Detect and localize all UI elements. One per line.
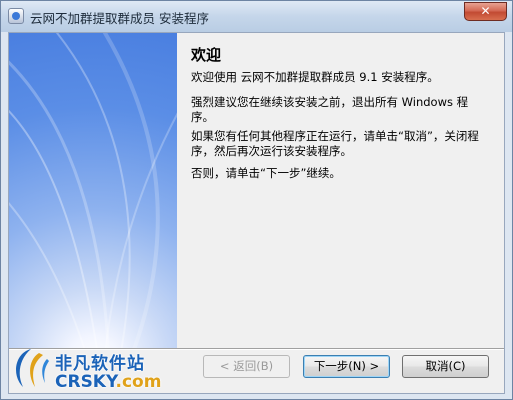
watermark-en-text: CRSKY.com — [55, 372, 161, 392]
watermark-cn-text: 非凡软件站 — [55, 354, 145, 374]
crsky-watermark: 非凡软件站 CRSKY.com — [5, 339, 175, 399]
back-button[interactable]: < 返回(B) — [203, 355, 290, 378]
welcome-heading: 欢迎 — [191, 46, 222, 64]
next-button[interactable]: 下一步(N) > — [303, 355, 390, 378]
crsky-logo-icon — [16, 349, 49, 387]
close-programs-advice: 强烈建议您在继续该安装之前，退出所有 Windows 程序。 — [191, 95, 469, 124]
wizard-content: 欢迎 欢迎使用 云网不加群提取群成员 9.1 安装程序。 强烈建议您在继续该安装… — [177, 33, 504, 348]
cancel-button[interactable]: 取消(C) — [402, 355, 489, 378]
installer-app-icon — [8, 8, 24, 24]
close-button[interactable]: ✕ — [464, 2, 507, 21]
window-title: 云网不加群提取群成员 安装程序 — [30, 11, 209, 26]
wizard-side-banner — [9, 33, 177, 348]
welcome-text: 欢迎使用 云网不加群提取群成员 9.1 安装程序。 — [191, 70, 439, 84]
cancel-instructions: 如果您有任何其他程序正在运行，请单击“取消”，关闭程序，然后再次运行该安装程序。 — [191, 129, 479, 158]
banner-swirl-graphic — [9, 33, 177, 348]
title-bar[interactable]: 云网不加群提取群成员 安装程序 ✕ — [1, 1, 512, 32]
watermark-en-suffix: .com — [115, 372, 162, 392]
installer-window: 云网不加群提取群成员 安装程序 ✕ 欢迎 欢迎使用 云网不加群提取群成员 9.1… — [0, 0, 513, 400]
watermark-en-main: CRSKY — [55, 372, 116, 392]
continue-instructions: 否则，请单击“下一步”继续。 — [191, 166, 341, 180]
